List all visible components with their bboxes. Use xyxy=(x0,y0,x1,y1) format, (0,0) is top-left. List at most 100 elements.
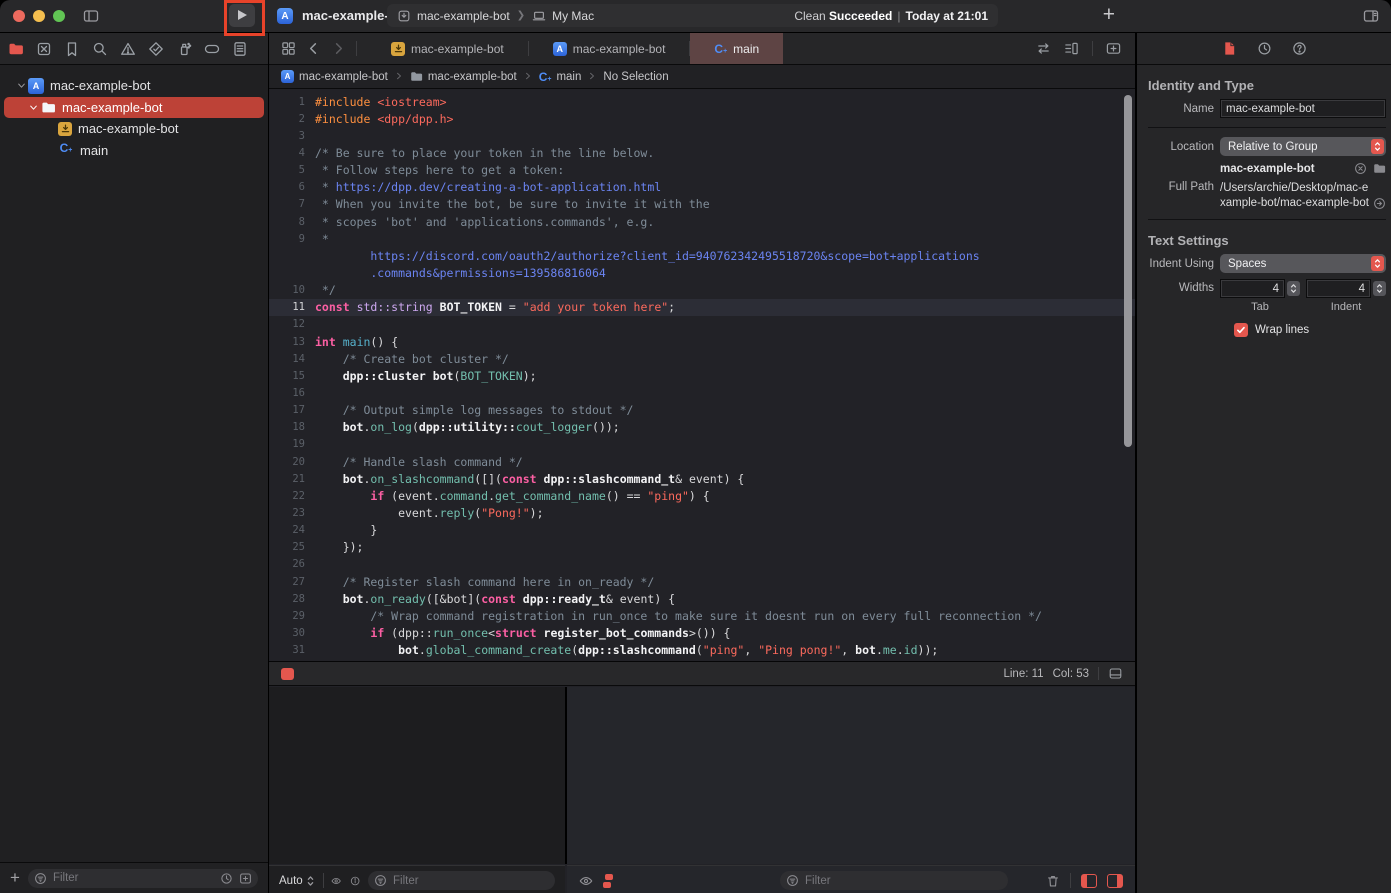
history-inspector-icon[interactable] xyxy=(1257,41,1272,56)
line-number[interactable]: 13 xyxy=(269,336,315,348)
scheme-name[interactable]: mac-example-bot xyxy=(417,9,510,23)
code-line[interactable]: .commands&permissions=139586816064 xyxy=(269,264,1135,281)
show-console-view-toggle[interactable] xyxy=(1107,874,1123,888)
location-dropdown[interactable]: Relative to Group xyxy=(1220,137,1386,156)
indent-width-stepper[interactable] xyxy=(1373,281,1386,296)
file-inspector-icon[interactable] xyxy=(1222,41,1237,56)
show-variables-eye-icon[interactable] xyxy=(331,874,341,888)
code-line[interactable]: 4/* Be sure to place your token in the l… xyxy=(269,144,1135,161)
breadcrumb-item-main[interactable]: C+main xyxy=(539,71,582,83)
indent-using-dropdown[interactable]: Spaces xyxy=(1220,254,1386,273)
line-number[interactable]: 14 xyxy=(269,353,315,365)
choose-folder-icon[interactable] xyxy=(1373,162,1386,175)
code-line[interactable]: 1#include <iostream> xyxy=(269,93,1135,110)
tab-width-stepper[interactable] xyxy=(1287,281,1300,296)
line-number[interactable]: 22 xyxy=(269,490,315,502)
open-path-arrow-icon[interactable] xyxy=(1373,197,1386,210)
line-number[interactable]: 7 xyxy=(269,198,315,210)
back-chevron-icon[interactable] xyxy=(306,41,321,56)
clear-location-icon[interactable] xyxy=(1354,162,1367,175)
breadcrumb-item-mac-example-bot[interactable]: mac-example-bot xyxy=(410,70,517,83)
tests-navigator-icon[interactable] xyxy=(148,41,164,57)
tree-item-mac-example-bot[interactable]: mac-example-bot xyxy=(4,118,264,140)
line-number[interactable]: 5 xyxy=(269,164,315,176)
line-number[interactable]: 19 xyxy=(269,438,315,450)
navigator-filter-input[interactable] xyxy=(51,871,216,885)
code-line[interactable]: 12 xyxy=(269,316,1135,333)
code-line[interactable]: 7 * When you invite the bot, be sure to … xyxy=(269,196,1135,213)
console-view[interactable] xyxy=(567,687,1135,864)
code-line[interactable]: 31 bot.global_command_create(dpp::slashc… xyxy=(269,642,1135,659)
wrap-lines-checkbox[interactable] xyxy=(1234,323,1248,337)
project-navigator-icon[interactable] xyxy=(8,41,24,57)
tab-mac-example-bot[interactable]: Amac-example-bot xyxy=(529,33,690,64)
breadcrumb-item-No Selection[interactable]: No Selection xyxy=(603,71,668,83)
toggle-inspector-icon[interactable] xyxy=(1361,8,1381,24)
line-number[interactable]: 26 xyxy=(269,558,315,570)
line-number[interactable]: 16 xyxy=(269,387,315,399)
breakpoints-navigator-icon[interactable] xyxy=(204,41,220,57)
line-number[interactable]: 20 xyxy=(269,456,315,468)
code-line[interactable]: 15 dpp::cluster bot(BOT_TOKEN); xyxy=(269,367,1135,384)
code-line[interactable]: 16 xyxy=(269,384,1135,401)
add-tab-button[interactable]: + xyxy=(1103,3,1115,27)
code-line[interactable]: 23 event.reply("Pong!"); xyxy=(269,504,1135,521)
tree-item-mac-example-bot[interactable]: mac-example-bot xyxy=(4,97,264,119)
code-line[interactable]: 3 xyxy=(269,127,1135,144)
tab-width-field[interactable] xyxy=(1220,279,1285,298)
recent-files-clock-icon[interactable] xyxy=(220,872,233,885)
code-line[interactable]: 27 /* Register slash command here in on_… xyxy=(269,573,1135,590)
code-line[interactable]: 20 /* Handle slash command */ xyxy=(269,453,1135,470)
line-number[interactable]: 12 xyxy=(269,318,315,330)
code-line[interactable]: 25 }); xyxy=(269,539,1135,556)
line-number[interactable]: 8 xyxy=(269,216,315,228)
chevron-down-icon[interactable] xyxy=(26,103,40,112)
console-filter-input[interactable] xyxy=(803,874,1002,888)
tree-item-mac-example-bot[interactable]: Amac-example-bot xyxy=(4,75,264,97)
editor-scrollbar[interactable] xyxy=(1124,95,1132,447)
add-item-button[interactable]: + xyxy=(10,868,20,888)
adjust-editor-options-icon[interactable] xyxy=(1064,41,1079,56)
variables-view[interactable] xyxy=(269,687,565,864)
line-number[interactable]: 25 xyxy=(269,541,315,553)
reports-navigator-icon[interactable] xyxy=(232,41,248,57)
line-number[interactable]: 10 xyxy=(269,284,315,296)
issues-navigator-icon[interactable] xyxy=(120,41,136,57)
line-number[interactable]: 23 xyxy=(269,507,315,519)
bookmarks-navigator-icon[interactable] xyxy=(64,41,80,57)
trash-icon[interactable] xyxy=(1046,874,1060,888)
line-number[interactable]: 28 xyxy=(269,593,315,605)
line-number[interactable]: 4 xyxy=(269,147,315,159)
line-number[interactable]: 31 xyxy=(269,644,315,656)
code-line[interactable]: 17 /* Output simple log messages to stdo… xyxy=(269,402,1135,419)
minimize-window-button[interactable] xyxy=(33,10,45,22)
console-eye-icon[interactable] xyxy=(579,874,593,888)
code-line[interactable]: 9 * xyxy=(269,230,1135,247)
line-number[interactable]: 17 xyxy=(269,404,315,416)
indent-width-field[interactable] xyxy=(1306,279,1371,298)
code-line[interactable]: 10 */ xyxy=(269,282,1135,299)
toggle-debug-area-icon[interactable] xyxy=(1108,667,1123,680)
code-line[interactable]: 28 bot.on_ready([&bot](const dpp::ready_… xyxy=(269,590,1135,607)
line-number[interactable]: 18 xyxy=(269,421,315,433)
line-number[interactable]: 15 xyxy=(269,370,315,382)
code-line[interactable]: 19 xyxy=(269,436,1135,453)
info-icon[interactable] xyxy=(350,874,360,888)
source-editor[interactable]: 1#include <iostream>2#include <dpp/dpp.h… xyxy=(269,89,1135,661)
zoom-window-button[interactable] xyxy=(53,10,65,22)
code-line[interactable]: 13int main() { xyxy=(269,333,1135,350)
add-editor-icon[interactable] xyxy=(1106,41,1121,56)
tree-item-main[interactable]: C+main xyxy=(4,140,264,162)
line-number[interactable]: 21 xyxy=(269,473,315,485)
line-number[interactable]: 30 xyxy=(269,627,315,639)
forward-chevron-icon[interactable] xyxy=(331,41,346,56)
code-line[interactable]: 21 bot.on_slashcommand([](const dpp::sla… xyxy=(269,470,1135,487)
variables-filter-input[interactable] xyxy=(391,874,549,888)
breakpoint-activation-icon[interactable] xyxy=(281,668,294,680)
line-number[interactable]: 11 xyxy=(269,301,315,313)
tab-main[interactable]: C+main xyxy=(690,33,783,64)
variables-scope-select[interactable]: Auto xyxy=(279,875,315,887)
line-number[interactable]: 29 xyxy=(269,610,315,622)
tab-mac-example-bot[interactable]: mac-example-bot xyxy=(367,33,528,64)
code-line[interactable]: 6 * https://dpp.dev/creating-a-bot-appli… xyxy=(269,179,1135,196)
